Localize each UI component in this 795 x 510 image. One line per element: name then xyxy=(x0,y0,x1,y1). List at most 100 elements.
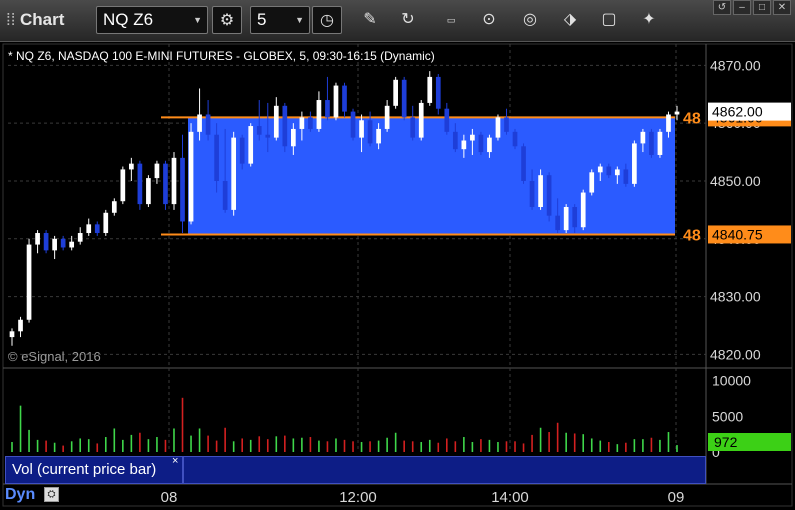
candle-body[interactable] xyxy=(94,224,100,234)
compass-icon[interactable]: ◎ xyxy=(515,6,545,34)
candle-body[interactable] xyxy=(342,85,347,112)
candle-body[interactable] xyxy=(103,212,109,234)
candle-body[interactable] xyxy=(256,126,262,135)
candle-body[interactable] xyxy=(495,117,501,138)
twitter-icon[interactable]: ✦ xyxy=(634,6,664,34)
candle-body[interactable] xyxy=(239,137,245,164)
candle-body[interactable] xyxy=(649,131,654,155)
candle-body[interactable] xyxy=(614,169,620,176)
interval-input[interactable]: 5 ▼ xyxy=(250,6,310,34)
candle-body[interactable] xyxy=(214,134,219,181)
candle-body[interactable] xyxy=(623,169,629,184)
play-icon[interactable]: ⊙ xyxy=(474,6,504,34)
dyn-settings-icon[interactable]: ⛭ xyxy=(44,487,59,502)
settings-icon[interactable]: ⚙ xyxy=(212,6,242,34)
restore-icon[interactable]: ↺ xyxy=(713,0,731,15)
candle-body[interactable] xyxy=(478,134,484,153)
candle-body[interactable] xyxy=(282,105,288,147)
candle-body[interactable] xyxy=(333,85,339,118)
candle-body[interactable] xyxy=(555,215,560,231)
candle-body[interactable] xyxy=(129,163,134,170)
candle-body[interactable] xyxy=(401,79,407,118)
candle-body[interactable] xyxy=(580,192,586,228)
comment-icon[interactable]: ▢ xyxy=(594,6,624,34)
candle-body[interactable] xyxy=(291,128,296,147)
refresh-icon[interactable]: ↻ xyxy=(393,6,423,34)
close-icon[interactable]: × xyxy=(172,455,178,467)
candle-body[interactable] xyxy=(77,233,83,242)
candle-body[interactable] xyxy=(461,140,467,150)
candle-body[interactable] xyxy=(18,319,23,332)
range-box[interactable] xyxy=(188,117,675,235)
candle-body[interactable] xyxy=(188,131,194,222)
candle-body[interactable] xyxy=(52,238,57,251)
candle-body[interactable] xyxy=(640,131,646,144)
candle-body[interactable] xyxy=(632,143,637,184)
candle-body[interactable] xyxy=(606,166,612,176)
minimize-icon[interactable]: – xyxy=(733,0,751,15)
candle-body[interactable] xyxy=(248,126,254,164)
symbol-input[interactable]: NQ Z6 ▼ xyxy=(96,6,208,34)
candle-body[interactable] xyxy=(137,163,143,205)
candle-body[interactable] xyxy=(26,244,32,320)
grip-icon[interactable]: ⁞⁞ xyxy=(6,10,20,30)
volume-study-label[interactable]: Vol (current price bar) xyxy=(5,456,183,484)
candle-body[interactable] xyxy=(69,241,75,248)
candle-body[interactable] xyxy=(384,105,390,129)
candle-body[interactable] xyxy=(427,76,433,103)
candle-body[interactable] xyxy=(444,108,450,132)
candle-body[interactable] xyxy=(512,131,518,147)
candle-body[interactable] xyxy=(86,224,92,234)
candle-body[interactable] xyxy=(180,157,185,222)
candle-body[interactable] xyxy=(43,233,49,251)
candle-body[interactable] xyxy=(9,331,15,338)
candle-body[interactable] xyxy=(60,238,66,248)
candle-body[interactable] xyxy=(418,102,424,138)
candle-body[interactable] xyxy=(350,111,356,138)
candle-body[interactable] xyxy=(231,137,237,210)
get-icon[interactable]: ▭ xyxy=(436,6,466,34)
candle-body[interactable] xyxy=(589,172,595,193)
candle-body[interactable] xyxy=(487,137,492,153)
candle-body[interactable] xyxy=(521,146,526,181)
candle-body[interactable] xyxy=(529,180,535,207)
candle-body[interactable] xyxy=(563,207,569,231)
candle-body[interactable] xyxy=(205,114,211,135)
chevron-down-icon[interactable]: ▼ xyxy=(295,7,304,33)
price-chart[interactable]: 4848 4870.004860.004850.004840.004830.00… xyxy=(0,42,795,510)
candle-body[interactable] xyxy=(470,134,475,141)
candle-body[interactable] xyxy=(171,157,177,205)
maximize-icon[interactable]: □ xyxy=(753,0,771,15)
candle-body[interactable] xyxy=(273,105,279,138)
candle-body[interactable] xyxy=(154,163,160,179)
candle-body[interactable] xyxy=(393,79,398,106)
candle-body[interactable] xyxy=(163,163,168,205)
candle-body[interactable] xyxy=(222,180,228,210)
chevron-down-icon[interactable]: ▼ xyxy=(193,7,202,33)
close-icon[interactable]: ✕ xyxy=(773,0,791,15)
candle-body[interactable] xyxy=(146,178,151,205)
candle-body[interactable] xyxy=(410,117,416,138)
candle-body[interactable] xyxy=(120,169,126,202)
candle-body[interactable] xyxy=(546,175,552,216)
candle-body[interactable] xyxy=(657,131,663,155)
pencil-icon[interactable]: ✎ xyxy=(355,6,385,34)
candle-body[interactable] xyxy=(316,100,322,129)
candle-body[interactable] xyxy=(452,131,458,150)
candle-body[interactable] xyxy=(308,117,313,129)
candle-body[interactable] xyxy=(359,120,364,138)
clock-icon[interactable]: ◷ xyxy=(312,6,342,34)
candle-body[interactable] xyxy=(325,100,330,118)
candle-body[interactable] xyxy=(538,175,543,207)
candle-body[interactable] xyxy=(435,76,441,109)
candle-body[interactable] xyxy=(265,134,271,138)
link-icon[interactable]: ⬗ xyxy=(555,6,585,34)
candle-body[interactable] xyxy=(504,117,509,132)
candle-body[interactable] xyxy=(111,201,117,213)
candle-body[interactable] xyxy=(666,114,671,132)
candle-body[interactable] xyxy=(674,111,680,115)
candle-body[interactable] xyxy=(367,120,373,144)
candle-body[interactable] xyxy=(597,166,603,173)
candle-body[interactable] xyxy=(35,233,40,245)
candle-body[interactable] xyxy=(197,114,202,132)
